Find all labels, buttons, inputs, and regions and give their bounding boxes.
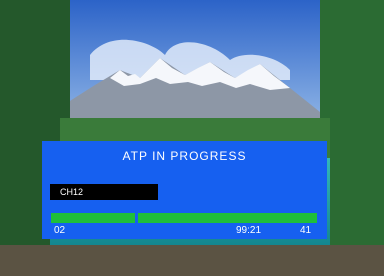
atp-progress-panel: ATP IN PROGRESS CH12 02 99:21 41 — [42, 141, 327, 239]
tv-screen: ATP IN PROGRESS CH12 02 99:21 41 — [0, 0, 384, 276]
channel-indicator: CH12 — [50, 184, 158, 200]
shore — [0, 245, 384, 276]
progress-end-label: 41 — [300, 225, 312, 236]
progress-bar-left-segment — [51, 213, 135, 223]
progress-bar-right-segment — [138, 213, 317, 223]
progress-start-label: 02 — [54, 225, 66, 236]
panel-title: ATP IN PROGRESS — [122, 149, 247, 163]
progress-value-label: 99:21 — [236, 225, 262, 236]
